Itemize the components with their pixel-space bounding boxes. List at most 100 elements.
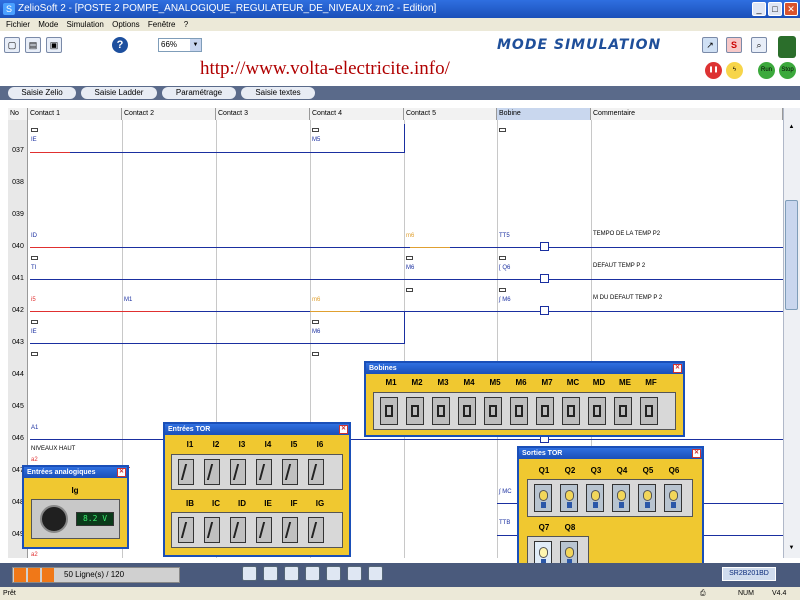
input-switch-icon[interactable] xyxy=(178,517,194,543)
ladder-wire xyxy=(30,152,405,153)
input-switch-icon[interactable] xyxy=(308,459,324,485)
input-label: IG xyxy=(315,499,325,508)
tool-icon[interactable] xyxy=(305,566,320,581)
lightning-icon[interactable]: ϟ xyxy=(726,62,743,79)
zoom-value: 66% xyxy=(161,40,178,49)
close-icon[interactable]: ✕ xyxy=(339,425,348,434)
ladder-wire-active xyxy=(30,247,70,248)
close-icon[interactable]: ✕ xyxy=(117,468,126,477)
lamp-icon xyxy=(560,484,578,512)
tool-icon[interactable] xyxy=(284,566,299,581)
input-switch-icon[interactable] xyxy=(230,459,246,485)
input-switch-icon[interactable] xyxy=(308,517,324,543)
tab-parametrage[interactable]: Paramétrage xyxy=(162,87,236,99)
row-number: 045 xyxy=(12,403,24,410)
help-icon[interactable]: ? xyxy=(112,37,128,53)
input-label: IC xyxy=(212,499,220,508)
input-switch-icon[interactable] xyxy=(256,517,272,543)
col-header-no: No xyxy=(8,108,28,120)
envelope-icon xyxy=(312,320,319,324)
input-label: ID xyxy=(238,499,246,508)
lamp-icon xyxy=(638,484,656,512)
coil-symbol[interactable] xyxy=(540,306,549,315)
s-button[interactable]: S xyxy=(726,37,742,53)
tab-saisie-ladder[interactable]: Saisie Ladder xyxy=(81,87,157,99)
tab-saisie-zelio[interactable]: Saisie Zelio xyxy=(8,87,76,99)
coil-state-icon[interactable] xyxy=(536,397,554,425)
output-label: Q2 xyxy=(564,466,576,475)
tool-icon[interactable] xyxy=(263,566,278,581)
new-file-icon[interactable]: ▢ xyxy=(4,37,20,53)
tool-icon[interactable] xyxy=(326,566,341,581)
input-switch-icon[interactable] xyxy=(204,517,220,543)
chart-icon[interactable]: ↗ xyxy=(702,37,718,53)
menu-fenetre[interactable]: Fenêtre xyxy=(148,18,176,31)
scrollbar-thumb[interactable] xyxy=(785,200,798,310)
coil-state-icon[interactable] xyxy=(406,397,424,425)
maximize-button[interactable]: □ xyxy=(768,2,782,16)
scroll-down-icon[interactable]: ▼ xyxy=(786,545,797,555)
coil-state-icon[interactable] xyxy=(614,397,632,425)
contact-label: a2 xyxy=(31,457,38,463)
coil-state-icon[interactable] xyxy=(562,397,580,425)
input-label: I4 xyxy=(264,440,272,449)
input-switch-icon[interactable] xyxy=(256,459,272,485)
ladder-wire-active xyxy=(30,311,170,312)
coil-label: TTB xyxy=(499,520,511,526)
app-logo-icon: S xyxy=(3,3,15,15)
input-switch-icon[interactable] xyxy=(204,459,220,485)
coil-item-label: M4 xyxy=(463,378,475,387)
num-lock-indicator: NUM xyxy=(738,590,754,597)
coil-state-icon[interactable] xyxy=(510,397,528,425)
vertical-scrollbar[interactable] xyxy=(783,108,800,558)
menu-options[interactable]: Options xyxy=(112,18,140,31)
tool-icon[interactable] xyxy=(242,566,257,581)
input-switch-icon[interactable] xyxy=(282,459,298,485)
progress-segment xyxy=(28,568,40,582)
envelope-icon xyxy=(31,256,38,260)
input-switch-icon[interactable] xyxy=(178,459,194,485)
analog-value-display: 8.2 V xyxy=(76,512,114,526)
scroll-up-icon[interactable]: ▲ xyxy=(786,124,797,134)
ladder-wire-active xyxy=(30,152,70,153)
tool-icon[interactable] xyxy=(347,566,362,581)
search-icon[interactable]: ⌕ xyxy=(751,37,767,53)
menu-bar: Fichier Mode Simulation Options Fenêtre … xyxy=(0,18,800,31)
close-button[interactable]: ✕ xyxy=(784,2,798,16)
col-header-contact4: Contact 4 xyxy=(310,108,404,120)
coil-symbol[interactable] xyxy=(540,274,549,283)
coil-state-icon[interactable] xyxy=(588,397,606,425)
envelope-icon xyxy=(499,128,506,132)
input-label: I1 xyxy=(186,440,194,449)
close-icon[interactable]: ✕ xyxy=(692,449,701,458)
coil-state-icon[interactable] xyxy=(484,397,502,425)
coil-symbol[interactable] xyxy=(540,242,549,251)
save-icon[interactable]: ▣ xyxy=(46,37,62,53)
coil-state-icon[interactable] xyxy=(380,397,398,425)
tab-saisie-textes[interactable]: Saisie textes xyxy=(241,87,315,99)
open-folder-icon[interactable]: ▤ xyxy=(25,37,41,53)
menu-mode[interactable]: Mode xyxy=(38,18,58,31)
close-icon[interactable]: ✕ xyxy=(673,364,682,373)
stop-button[interactable]: Stop xyxy=(779,62,796,79)
input-switch-icon[interactable] xyxy=(282,517,298,543)
menu-fichier[interactable]: Fichier xyxy=(6,18,30,31)
potentiometer-knob-icon[interactable] xyxy=(40,505,68,533)
run-button[interactable]: Run xyxy=(758,62,775,79)
col-header-contact5: Contact 5 xyxy=(404,108,497,120)
coil-state-icon[interactable] xyxy=(458,397,476,425)
coil-state-icon[interactable] xyxy=(640,397,658,425)
menu-help[interactable]: ? xyxy=(184,18,188,31)
coil-state-icon[interactable] xyxy=(432,397,450,425)
lamp-icon xyxy=(586,484,604,512)
tool-icon[interactable] xyxy=(368,566,383,581)
menu-simulation[interactable]: Simulation xyxy=(67,18,104,31)
contact-label: TI xyxy=(31,265,37,271)
input-switch-icon[interactable] xyxy=(230,517,246,543)
minimize-button[interactable]: _ xyxy=(752,2,766,16)
zoom-select[interactable]: 66% ▼ xyxy=(158,38,202,52)
pause-icon[interactable]: ❚❚ xyxy=(705,62,722,79)
row-comment: M DU DEFAUT TEMP P 2 xyxy=(593,295,663,301)
input-label: I2 xyxy=(212,440,220,449)
input-label: I3 xyxy=(238,440,246,449)
